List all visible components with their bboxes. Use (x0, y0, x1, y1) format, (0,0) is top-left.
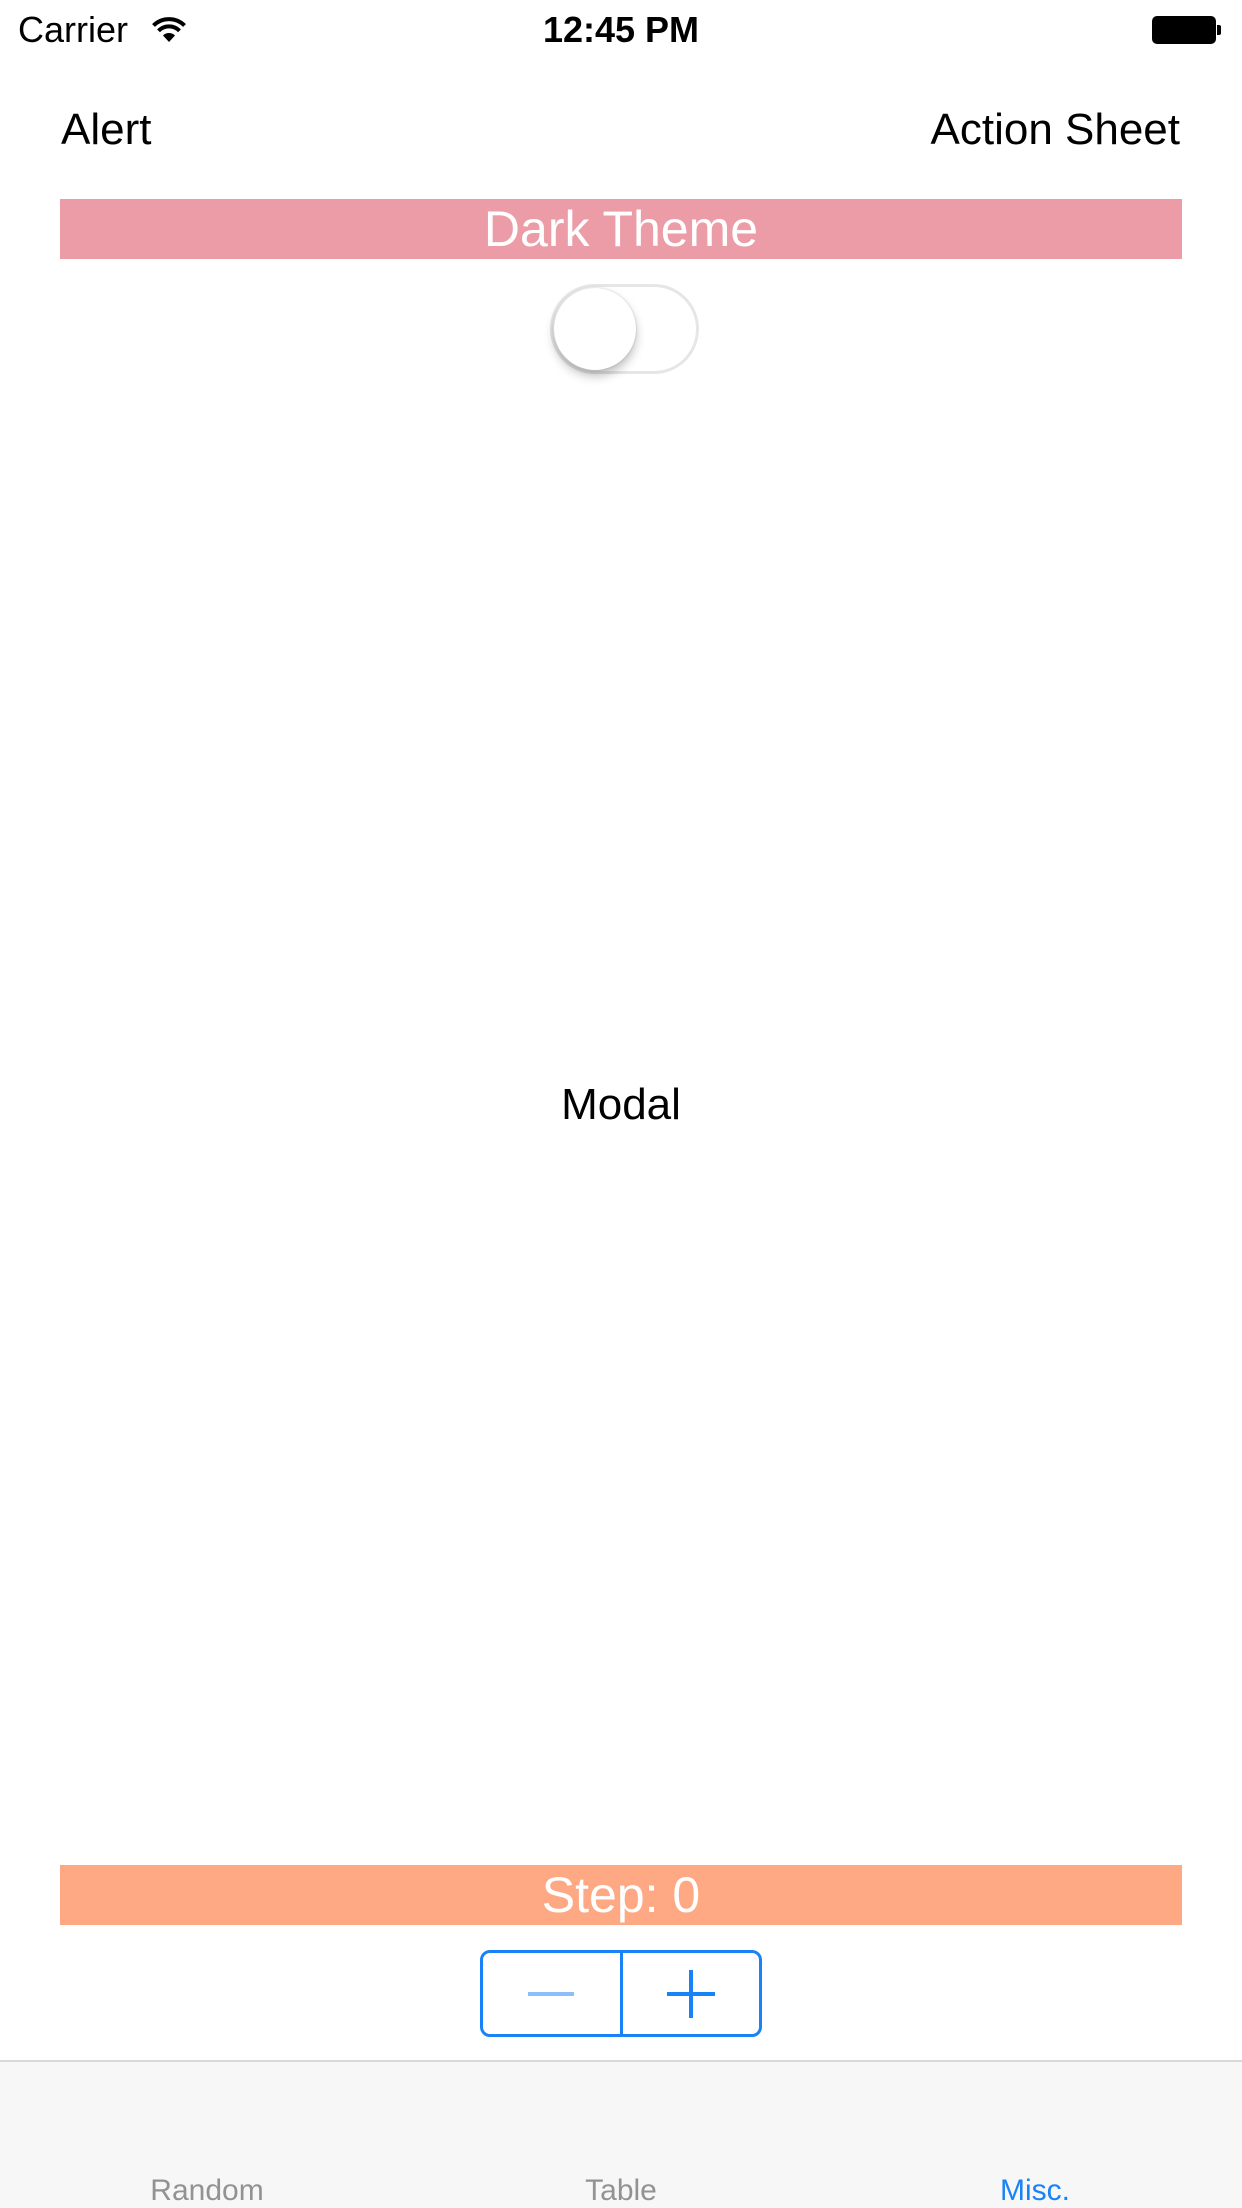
minus-icon (528, 1991, 575, 1996)
tab-table[interactable]: Table (414, 2062, 828, 2208)
step-label: Step: 0 (60, 1865, 1182, 1925)
tab-label-table: Table (585, 2174, 657, 2207)
modal-button[interactable]: Modal (0, 1075, 1242, 1135)
tab-random[interactable]: Random (0, 2062, 414, 2208)
decrement-button[interactable] (483, 1953, 620, 2034)
dark-theme-switch[interactable] (550, 284, 699, 374)
step-stepper (480, 1950, 762, 2037)
increment-button[interactable] (619, 1953, 760, 2034)
status-time: 12:45 PM (542, 9, 700, 50)
status-bar: Carrier 12:45 PM (0, 0, 1242, 60)
tab-label-misc: Misc. (1000, 2174, 1070, 2207)
switch-knob (554, 288, 636, 370)
tab-misc[interactable]: Misc. (828, 2062, 1242, 2208)
action-sheet-button[interactable]: Action Sheet (931, 100, 1181, 160)
alert-button[interactable]: Alert (61, 100, 151, 160)
battery-icon (1152, 16, 1222, 44)
plus-icon (666, 1969, 715, 2018)
tab-label-random: Random (150, 2174, 264, 2207)
dark-theme-label: Dark Theme (60, 199, 1182, 259)
tab-bar: Random Table Misc. (0, 2060, 1242, 2208)
